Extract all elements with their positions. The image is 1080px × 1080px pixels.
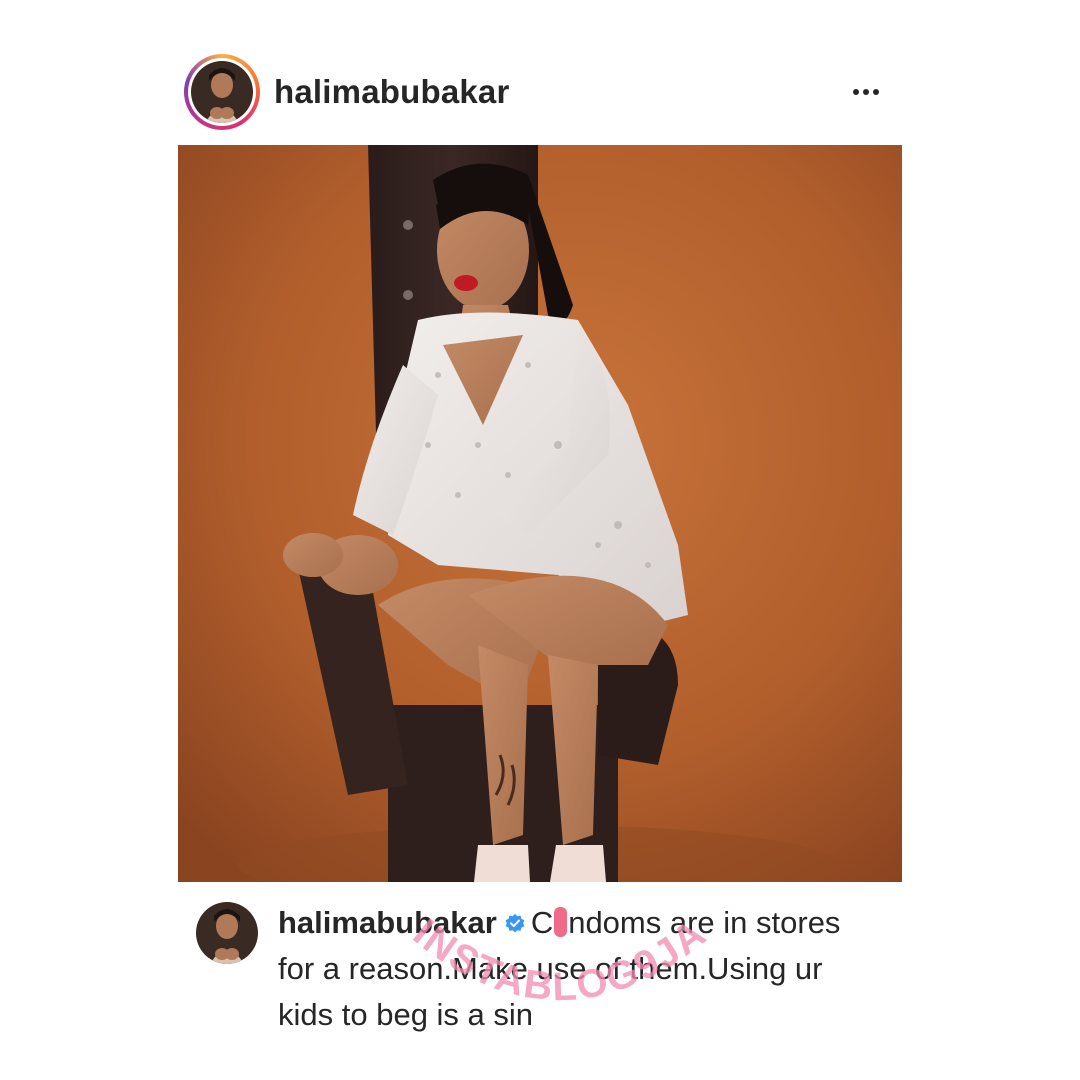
- caption-body-start: C: [530, 905, 554, 940]
- avatar[interactable]: [191, 61, 253, 123]
- caption-username[interactable]: halimabubakar: [278, 905, 497, 940]
- story-ring[interactable]: [184, 54, 260, 130]
- redaction-mark: [554, 907, 568, 937]
- more-options-icon[interactable]: [846, 72, 886, 112]
- post-image[interactable]: [178, 145, 902, 882]
- caption-text: halimabubakar Cndoms are in stores for a…: [278, 900, 878, 1038]
- post-header: halimabubakar: [178, 44, 902, 140]
- caption-avatar[interactable]: [196, 902, 258, 964]
- instagram-post: halimabubakar halimabubakar C ndoms are …: [0, 0, 1080, 1080]
- verified-badge-icon: [505, 914, 525, 933]
- caption: halimabubakar Cndoms are in stores for a…: [196, 900, 896, 1032]
- header-username[interactable]: halimabubakar: [274, 73, 510, 111]
